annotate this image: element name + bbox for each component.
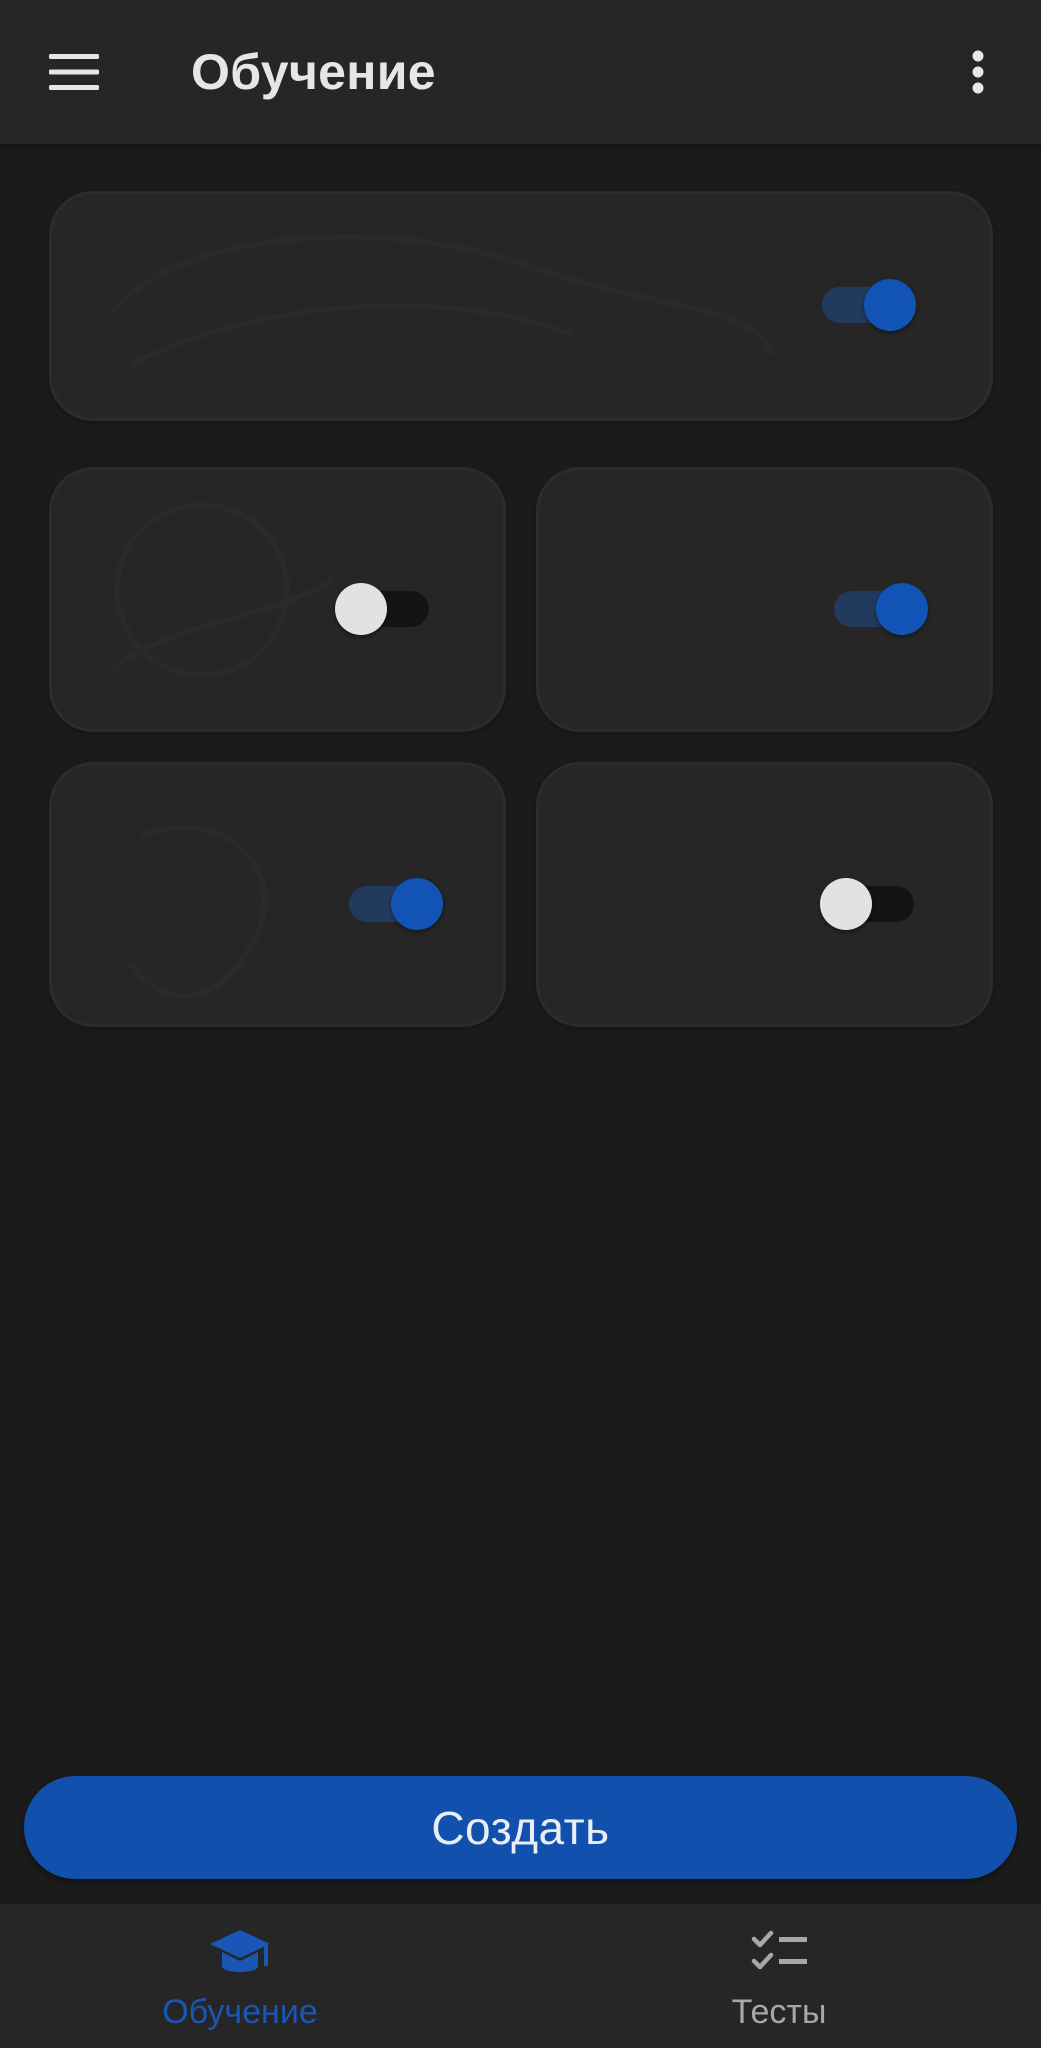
nav-label-learning: Обучение — [162, 1993, 318, 2031]
switch-thumb — [876, 583, 928, 635]
mode-card-left-top[interactable] — [49, 467, 506, 732]
top-app-bar: Обучение — [0, 0, 1041, 144]
mode-card-right-top[interactable] — [536, 467, 993, 732]
nav-item-tests[interactable]: Тесты — [520, 1904, 1040, 2048]
card-3-switch[interactable] — [828, 573, 928, 635]
mode-card-right-bottom[interactable] — [536, 762, 993, 1027]
mode-card-left-bottom[interactable] — [49, 762, 506, 1027]
card-illustration — [110, 502, 334, 678]
create-button[interactable]: Создать — [24, 1776, 1017, 1879]
card-2-switch[interactable] — [335, 573, 435, 635]
nav-label-tests: Тесты — [731, 1993, 827, 2031]
card-1-switch[interactable] — [816, 269, 916, 331]
switch-thumb — [864, 279, 916, 331]
mode-card-wide[interactable] — [49, 191, 993, 421]
hamburger-menu-icon[interactable] — [38, 42, 110, 102]
switch-thumb — [335, 583, 387, 635]
card-4-switch[interactable] — [343, 868, 443, 930]
switch-thumb — [391, 878, 443, 930]
card-5-switch[interactable] — [820, 868, 920, 930]
nav-item-learning[interactable]: Обучение — [0, 1904, 520, 2048]
bottom-navigation: Обучение Тесты — [0, 1904, 1041, 2048]
page-title: Обучение — [191, 44, 436, 100]
checklist-icon — [751, 1928, 809, 1979]
graduation-cap-icon — [209, 1928, 271, 1985]
switch-thumb — [820, 878, 872, 930]
more-vert-icon[interactable] — [948, 40, 1008, 104]
